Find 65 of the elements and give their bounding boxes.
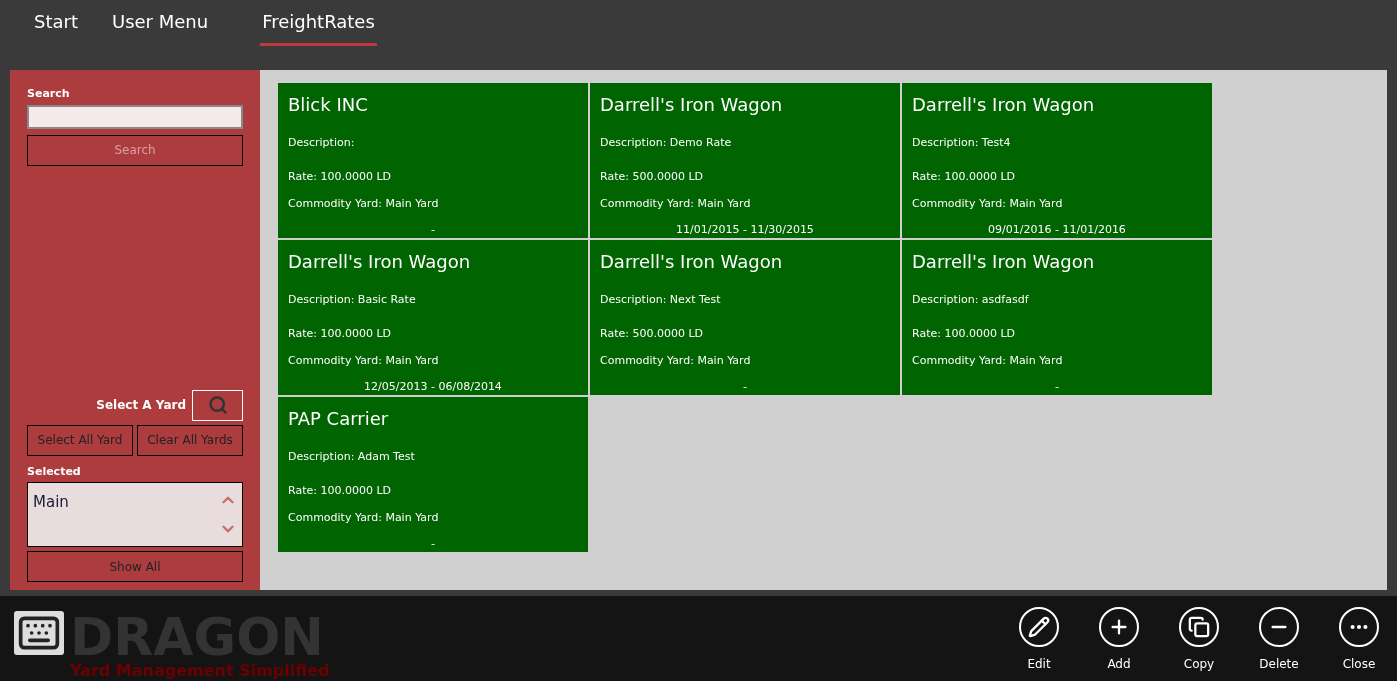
- tile-dates: 12/05/2013 - 06/08/2014: [364, 378, 502, 395]
- app-bar-button[interactable]: Add: [1099, 607, 1139, 673]
- tile-dates: 11/01/2015 - 11/30/2015: [676, 221, 814, 238]
- tile-title: Darrell's Iron Wagon: [912, 93, 1096, 117]
- selected-label: Selected: [27, 463, 82, 480]
- tile-rate: Rate: 100.0000 LD: [288, 325, 392, 342]
- nav-tab[interactable]: User Menu: [110, 8, 211, 46]
- tile-rate: Rate: 100.0000 LD: [288, 482, 392, 499]
- tile-description: Description: Test4: [912, 135, 1012, 151]
- rate-tile[interactable]: Darrell's Iron Wagon Description: Test4 Rate: 100.0000 LD Commodity Yard: Main Yard 09/01/2016 - 11/01/2016: [902, 83, 1212, 238]
- rate-tile[interactable]: Darrell's Iron Wagon Description: Next Test Rate: 500.0000 LD Commodity Yard: Main Yard -: [590, 240, 900, 395]
- minus-icon: [1259, 607, 1299, 647]
- yard-label: Select A Yard: [96, 397, 186, 414]
- tile-yard: Commodity Yard: Main Yard: [912, 196, 1064, 212]
- tile-rate: Rate: 100.0000 LD: [288, 168, 392, 185]
- copy-icon: [1179, 607, 1219, 647]
- tile-rate: Rate: 500.0000 LD: [600, 168, 704, 185]
- tile-title: Darrell's Iron Wagon: [912, 250, 1096, 274]
- tile-title: Darrell's Iron Wagon: [600, 250, 784, 274]
- tile-yard: Commodity Yard: Main Yard: [288, 353, 440, 369]
- yard-search-button[interactable]: [192, 389, 243, 421]
- tile-rate: Rate: 100.0000 LD: [912, 325, 1016, 342]
- plus-icon: [1099, 607, 1139, 647]
- search-field[interactable]: [27, 104, 243, 129]
- tile-yard: Commodity Yard: Main Yard: [600, 353, 752, 369]
- list-item[interactable]: Main: [33, 491, 219, 514]
- tile-description: Description: Next Test: [600, 292, 722, 308]
- tile-description: Description: Adam Test: [288, 449, 416, 465]
- nav-tab[interactable]: Start: [32, 8, 80, 46]
- tile-dates: -: [743, 378, 747, 395]
- tile-description: Description: asdfasdf: [912, 292, 1030, 308]
- rate-tile[interactable]: PAP Carrier Description: Adam Test Rate: 100.0000 LD Commodity Yard: Main Yard -: [278, 397, 588, 552]
- tile-description: Description:: [288, 135, 356, 151]
- selected-list[interactable]: Main: [27, 482, 243, 547]
- tile-rate: Rate: 500.0000 LD: [600, 325, 704, 342]
- tile-dates: -: [431, 221, 435, 238]
- tile-yard: Commodity Yard: Main Yard: [912, 353, 1064, 369]
- search-icon: [207, 395, 228, 415]
- tile-dates: 09/01/2016 - 11/01/2016: [988, 221, 1126, 238]
- search-label: Search: [27, 86, 71, 102]
- keyboard-button[interactable]: [14, 611, 64, 655]
- tile-title: Blick INC: [288, 93, 369, 117]
- nav-tab[interactable]: FreightRates: [260, 8, 377, 46]
- app-bar-button[interactable]: Delete: [1259, 607, 1299, 673]
- rate-tile[interactable]: Darrell's Iron Wagon Description: Demo Rate Rate: 500.0000 LD Commodity Yard: Main Yard 11/01/2015 - 11/30/2015: [590, 83, 900, 238]
- pencil-icon: [1019, 607, 1059, 647]
- tile-yard: Commodity Yard: Main Yard: [288, 196, 440, 212]
- rate-tile[interactable]: Blick INC Description: Rate: 100.0000 LD Commodity Yard: Main Yard -: [278, 83, 588, 238]
- tile-yard: Commodity Yard: Main Yard: [288, 510, 440, 526]
- tile-description: Description: Demo Rate: [600, 135, 733, 151]
- tile-title: PAP Carrier: [288, 407, 390, 431]
- app-bar-button[interactable]: Copy: [1179, 607, 1219, 673]
- tile-dates: -: [1055, 378, 1059, 395]
- tile-rate: Rate: 100.0000 LD: [912, 168, 1016, 185]
- app-bar-button[interactable]: Edit: [1019, 607, 1059, 673]
- tile-title: Darrell's Iron Wagon: [288, 250, 472, 274]
- tile-description: Description: Basic Rate: [288, 292, 417, 308]
- app-bar-button[interactable]: Close: [1339, 607, 1379, 673]
- more-icon: [1339, 607, 1379, 647]
- tile-dates: -: [431, 535, 435, 552]
- logo-tagline: Yard Management Simplified: [70, 663, 330, 679]
- rate-tile[interactable]: Darrell's Iron Wagon Description: asdfasdf Rate: 100.0000 LD Commodity Yard: Main Yard -: [902, 240, 1212, 395]
- tile-yard: Commodity Yard: Main Yard: [600, 196, 752, 212]
- tile-title: Darrell's Iron Wagon: [600, 93, 784, 117]
- rate-tile[interactable]: Darrell's Iron Wagon Description: Basic Rate Rate: 100.0000 LD Commodity Yard: Main Yard 12/05/2013 - 06/08/2014: [278, 240, 588, 395]
